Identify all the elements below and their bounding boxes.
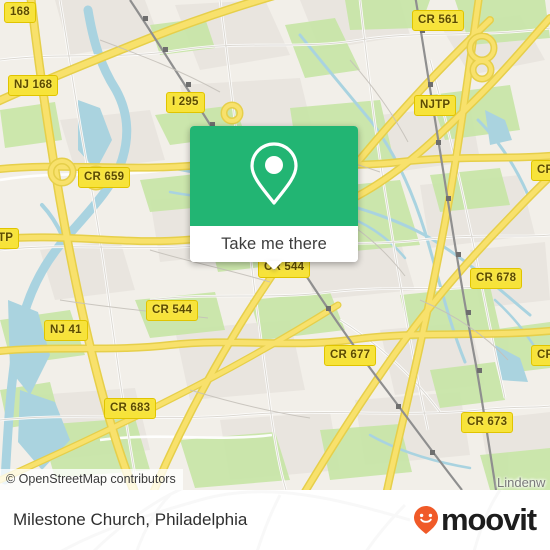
place-title: Milestone Church, Philadelphia (13, 510, 248, 529)
road-shield: NJTP (414, 95, 457, 116)
road-shield: CR 544 (146, 300, 199, 321)
road-shield: I 295 (166, 92, 205, 113)
road-shield: CR 683 (104, 398, 157, 419)
callout-icon-panel (190, 126, 358, 226)
osm-attribution[interactable]: © OpenStreetMap contributors (0, 469, 183, 490)
take-me-there-label: Take me there (221, 234, 327, 253)
map-screenshot: 168 NJ 168 I 295 CR 561 NJTP CR 659 TP C… (0, 0, 550, 550)
road-shield: CR 561 (412, 10, 465, 31)
map-pin-icon (246, 139, 302, 214)
road-shield: NJ 168 (8, 75, 59, 96)
moovit-wordmark: moovit (440, 502, 537, 537)
road-shield: CR 659 (78, 167, 131, 188)
road-shield: 168 (4, 2, 36, 23)
moovit-logo[interactable]: moovit (413, 502, 537, 537)
road-shield: CR 677 (324, 345, 377, 366)
road-shield: NJ 41 (44, 320, 88, 341)
road-shield: TP (0, 228, 20, 249)
take-me-there-callout[interactable]: Take me there (190, 126, 358, 270)
callout-pointer-tail (265, 261, 283, 270)
place-label-lindenwold: Lindenw (497, 475, 546, 490)
callout-action-panel[interactable]: Take me there (190, 226, 358, 270)
road-shield: CR (531, 160, 550, 181)
road-shield: CR (531, 345, 550, 366)
moovit-smiley-pin-icon (413, 505, 439, 535)
footer-bar: Milestone Church, Philadelphia moovit (0, 490, 550, 550)
road-shield: CR 673 (461, 412, 514, 433)
road-shield: CR 678 (470, 268, 523, 289)
